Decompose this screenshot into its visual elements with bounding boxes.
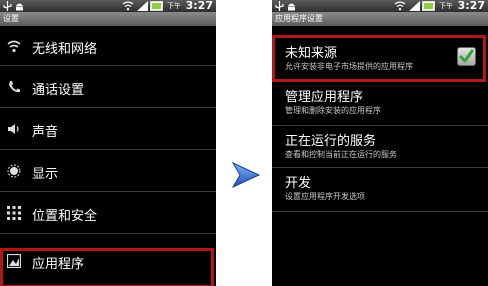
status-ampm: 下午 xyxy=(439,2,453,10)
settings-item-label: 无线和网络 xyxy=(32,42,98,57)
item-subtitle: 查看和控制当前正在运行的服务 xyxy=(285,150,397,159)
settings-item-wireless[interactable]: 无线和网络 xyxy=(0,26,216,66)
settings-item-label: 位置和安全 xyxy=(32,209,98,224)
phone-icon xyxy=(9,81,20,93)
highlight-box xyxy=(272,35,486,82)
application-settings-screen: 下午 3:27 应用程序设置 未知来源 允许安装非电子市场提供的应用程序 管理应… xyxy=(272,0,488,286)
item-title: 开发 xyxy=(285,176,312,191)
settings-item-location-security[interactable]: 位置和安全 xyxy=(0,192,216,234)
android-icon xyxy=(288,3,295,11)
wifi-status-icon xyxy=(394,1,406,11)
development-item[interactable]: 开发 设置应用程序开发选项 xyxy=(272,168,488,212)
settings-item-sound[interactable]: 声音 xyxy=(0,108,216,150)
usb-icon xyxy=(275,1,284,11)
android-icon xyxy=(16,3,23,11)
battery-icon xyxy=(150,1,163,11)
signal-icon xyxy=(409,1,420,11)
highlight-box xyxy=(0,248,214,286)
status-bar: 下午 3:27 xyxy=(0,0,216,12)
signal-icon xyxy=(137,1,148,11)
battery-icon xyxy=(422,1,435,11)
status-bar: 下午 3:27 xyxy=(272,0,488,12)
usb-icon xyxy=(3,1,12,11)
settings-screen: 下午 3:27 设置 无线和网络 通话设置 声音 显示 位置和安全 应用程序 xyxy=(0,0,216,286)
manage-applications-item[interactable]: 管理应用程序 管理和删除安装的应用程序 xyxy=(272,82,488,126)
settings-item-call[interactable]: 通话设置 xyxy=(0,66,216,108)
item-subtitle: 管理和删除安装的应用程序 xyxy=(285,106,381,115)
status-ampm: 下午 xyxy=(167,2,181,10)
location-grid-icon xyxy=(7,206,21,220)
wifi-status-icon xyxy=(122,1,134,11)
speaker-icon xyxy=(8,124,19,134)
settings-item-display[interactable]: 显示 xyxy=(0,150,216,192)
screen-title: 应用程序设置 xyxy=(272,12,488,26)
status-time: 3:27 xyxy=(185,0,213,12)
settings-item-label: 通话设置 xyxy=(32,83,85,98)
screen-title: 设置 xyxy=(0,12,216,26)
status-time: 3:27 xyxy=(457,0,485,12)
brightness-icon xyxy=(7,164,21,178)
settings-item-label: 声音 xyxy=(32,125,59,140)
arrow-right-icon xyxy=(231,161,261,189)
settings-item-label: 显示 xyxy=(32,167,59,182)
item-subtitle: 设置应用程序开发选项 xyxy=(285,192,365,201)
item-title: 管理应用程序 xyxy=(285,90,364,105)
wifi-icon xyxy=(7,40,21,53)
running-services-item[interactable]: 正在运行的服务 查看和控制当前正在运行的服务 xyxy=(272,126,488,168)
item-title: 正在运行的服务 xyxy=(285,134,377,149)
